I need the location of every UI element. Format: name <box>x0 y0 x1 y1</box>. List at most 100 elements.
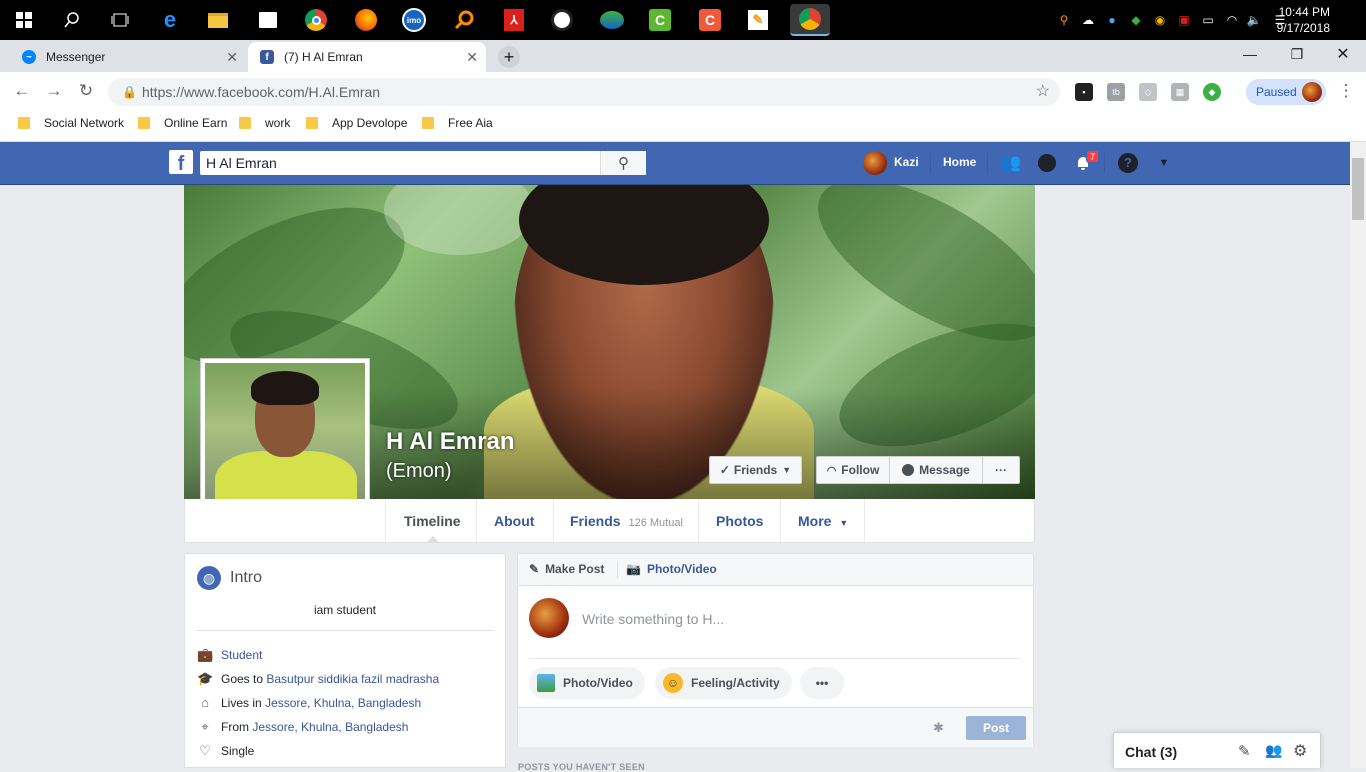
account-menu-chevron-icon[interactable]: ▼ <box>1153 153 1175 173</box>
friends-button[interactable]: ✓ Friends ▼ <box>709 456 802 484</box>
store-icon[interactable] <box>252 4 284 36</box>
bookmark-folder[interactable]: App Devolope <box>306 116 407 130</box>
tab-facebook[interactable]: f (7) H Al Emran ✕ <box>248 42 486 72</box>
page-scrollbar[interactable] <box>1350 142 1366 768</box>
extension-tab-icon[interactable]: ▪ <box>1075 83 1093 101</box>
chrome-menu-icon[interactable]: ⋮ <box>1336 81 1356 101</box>
bookmark-folder[interactable]: Free Aia <box>422 116 493 130</box>
intro-item-link[interactable]: Jessore, Khulna, Bangladesh <box>265 696 421 710</box>
profile-name[interactable]: H Al Emran <box>386 428 514 456</box>
tray-acrobat-icon[interactable]: ▣ <box>1176 12 1192 28</box>
close-icon[interactable]: ✕ <box>226 49 238 66</box>
friends-button-label: Friends <box>733 463 778 477</box>
minimize-button[interactable]: — <box>1238 44 1262 64</box>
close-icon[interactable]: ✕ <box>466 49 478 66</box>
close-window-button[interactable]: ✕ <box>1331 44 1355 64</box>
bookmark-star-icon[interactable]: ☆ <box>1036 78 1050 106</box>
scrollbar-thumb[interactable] <box>1352 158 1364 220</box>
camtasia-recorder-icon[interactable]: C <box>694 4 726 36</box>
battery-icon[interactable]: ▭ <box>1200 12 1216 28</box>
reload-icon[interactable]: ↻ <box>76 81 96 101</box>
extension-tb-icon[interactable]: tb <box>1107 83 1125 101</box>
action-center-icon[interactable]: ☰ <box>1272 12 1288 28</box>
chrome-icon[interactable] <box>300 4 332 36</box>
chrome-profile-icon[interactable] <box>790 4 830 36</box>
header-divider <box>930 153 931 173</box>
bookmark-folder[interactable]: work <box>239 116 290 130</box>
friend-requests-icon[interactable]: 👥 <box>1000 153 1022 173</box>
tray-search-app-icon[interactable]: ⚲ <box>1056 12 1072 28</box>
chat-settings-icon[interactable]: ⚙ <box>1293 741 1307 761</box>
make-post-label: Make Post <box>545 562 605 576</box>
tray-messenger-icon[interactable]: ● <box>1104 12 1120 28</box>
follow-button[interactable]: ◠ Follow <box>816 456 890 484</box>
more-composer-options-icon[interactable]: ••• <box>800 667 844 699</box>
onedrive-icon[interactable]: ☁ <box>1080 12 1096 28</box>
facebook-logo-icon[interactable]: f <box>169 150 193 175</box>
posts-section-heading: POSTS YOU HAVEN'T SEEN <box>518 762 645 772</box>
tab-friends[interactable]: Friends 126 Mutual <box>570 513 683 529</box>
tab-messenger[interactable]: ~ Messenger ✕ <box>10 42 246 72</box>
facebook-search-input[interactable]: H Al Emran <box>200 151 646 175</box>
composer-input[interactable]: Write something to H... <box>582 611 724 627</box>
acrobat-icon[interactable]: ⅄ <box>498 4 530 36</box>
tab-title: Messenger <box>46 50 106 64</box>
intro-item-link[interactable]: Student <box>221 648 262 662</box>
new-tab-button[interactable]: + <box>498 46 520 68</box>
idm-icon[interactable] <box>596 4 628 36</box>
tray-idm-icon[interactable]: ◆ <box>1128 12 1144 28</box>
tab-timeline[interactable]: Timeline <box>404 513 461 529</box>
bookmark-folder[interactable]: Social Network <box>18 116 124 130</box>
message-button[interactable]: Message <box>889 456 983 484</box>
user-name-link[interactable]: Kazi <box>894 155 919 169</box>
messenger-bubble-icon <box>902 464 915 476</box>
feeling-activity-button[interactable]: ☺ Feeling/Activity <box>655 667 792 699</box>
firefox-icon[interactable] <box>350 4 382 36</box>
folder-icon <box>422 117 434 129</box>
windows-taskbar: e imo ⅄ C C ✎ ⚲ ☁ ● ◆ ◉ ▣ ▭ ◠ 🔈 10:44 PM… <box>0 0 1366 40</box>
start-icon[interactable] <box>8 4 40 36</box>
file-explorer-icon[interactable] <box>202 4 234 36</box>
photo-video-tab[interactable]: 📷 Photo/Video <box>626 562 717 576</box>
profile-paused-button[interactable]: Paused <box>1246 79 1326 105</box>
tuxpaint-icon[interactable] <box>546 4 578 36</box>
intro-item-link[interactable]: Basutpur siddikia fazil madrasha <box>266 672 439 686</box>
restore-button[interactable]: ❐ <box>1285 44 1309 64</box>
chat-sidebar-tab[interactable]: Chat (3) ✎ 👥 ⚙ <box>1113 732 1321 768</box>
new-message-icon[interactable]: ✎ <box>1238 742 1251 760</box>
divider <box>529 658 1021 659</box>
search-icon[interactable]: ⚲ <box>600 151 646 175</box>
imo-icon[interactable]: imo <box>398 4 430 36</box>
tray-chrome-icon[interactable]: ◉ <box>1152 12 1168 28</box>
tab-about[interactable]: About <box>494 513 534 529</box>
forward-icon[interactable]: → <box>44 81 64 101</box>
tab-more[interactable]: More ▼ <box>798 513 848 529</box>
new-group-icon[interactable]: 👥 <box>1265 742 1282 759</box>
search-icon[interactable] <box>56 4 88 36</box>
wifi-icon[interactable]: ◠ <box>1224 12 1240 28</box>
back-icon[interactable]: ← <box>12 81 32 101</box>
volume-icon[interactable]: 🔈 <box>1246 12 1262 28</box>
task-view-icon[interactable] <box>104 4 136 36</box>
help-icon[interactable]: ? <box>1117 153 1139 173</box>
search-app-icon[interactable] <box>448 4 480 36</box>
messenger-icon[interactable] <box>1036 153 1058 173</box>
extension-tag-icon[interactable]: ◇ <box>1139 83 1157 101</box>
photo-video-button[interactable]: Photo/Video <box>529 667 645 699</box>
post-button[interactable]: Post <box>966 716 1026 740</box>
unknown-app-icon[interactable]: ✎ <box>742 4 774 36</box>
intro-item-link[interactable]: Jessore, Khulna, Bangladesh <box>252 720 408 734</box>
make-post-tab[interactable]: ✎ Make Post <box>529 562 604 576</box>
camtasia-icon[interactable]: C <box>644 4 676 36</box>
tab-photos[interactable]: Photos <box>716 513 763 529</box>
bookmark-folder[interactable]: Online Earn <box>138 116 227 130</box>
extension-idm-icon[interactable]: ◆ <box>1203 83 1221 101</box>
more-options-button[interactable]: ··· <box>982 456 1020 484</box>
home-link[interactable]: Home <box>943 155 976 169</box>
user-avatar[interactable] <box>863 151 887 175</box>
address-bar[interactable]: 🔒 https://www.facebook.com/H.Al.Emran ☆ <box>108 78 1060 106</box>
photo-video-label: Photo/Video <box>563 676 633 690</box>
extension-photo-icon[interactable]: ▦ <box>1171 83 1189 101</box>
settings-gear-icon[interactable]: ✱ <box>933 720 944 736</box>
edge-icon[interactable]: e <box>154 4 186 36</box>
